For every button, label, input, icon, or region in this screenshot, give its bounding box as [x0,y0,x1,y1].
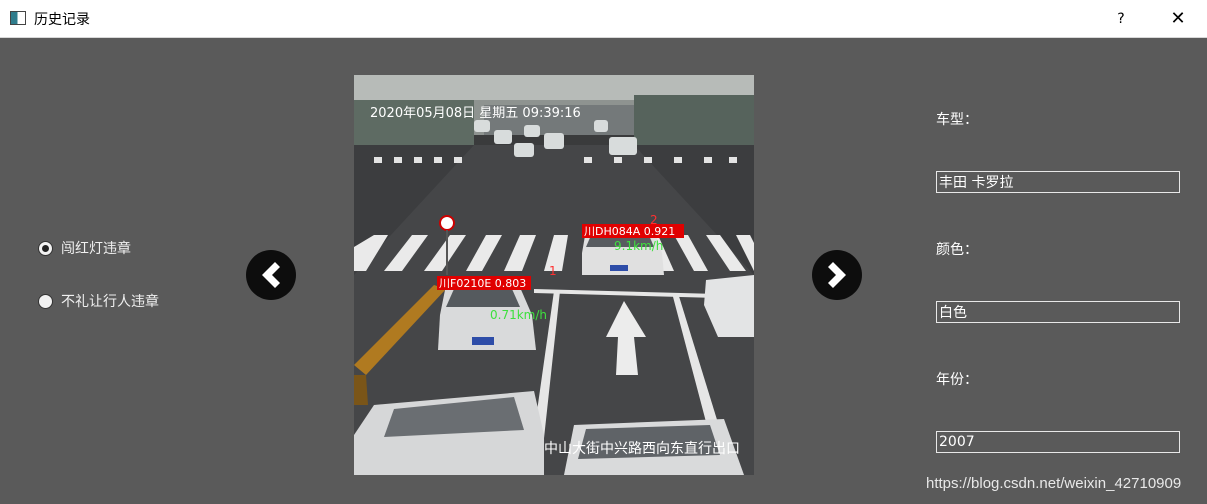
radio-indicator[interactable] [38,240,53,256]
detection-id: 1 [549,264,557,278]
traffic-scene: 1 2 川F0210E 0.803 川DH084A 0.921 0.71km/h… [354,75,754,475]
color-label: 颜色： [936,242,978,258]
help-button[interactable]: ? [1100,3,1142,35]
app-icon [10,11,26,25]
model-label: 车型： [936,112,978,128]
plate-label: 川F0210E 0.803 [439,277,526,290]
radio-label: 不礼让行人违章 [61,294,159,310]
chevron-left-icon [262,262,280,288]
year-field[interactable] [936,431,1180,453]
speed-label: 9.1km/h [614,239,663,253]
radio-red-light[interactable]: 闯红灯违章 [38,239,131,257]
speed-label: 0.71km/h [490,308,547,322]
location-overlay: 中山大街中兴路西向东直行出口 [544,440,740,457]
radio-indicator[interactable] [38,293,53,309]
color-field[interactable] [936,301,1180,323]
plate-label: 川DH084A 0.921 [584,225,675,238]
timestamp-overlay: 2020年05月08日 星期五 09:39:16 [370,106,581,121]
title-bar: 历史记录 ? ✕ [0,0,1207,38]
radio-label: 闯红灯违章 [61,241,131,257]
close-button[interactable]: ✕ [1155,3,1201,35]
radio-pedestrian[interactable]: 不礼让行人违章 [38,292,159,310]
year-label: 年份： [936,372,978,388]
model-field[interactable] [936,171,1180,193]
watermark: https://blog.csdn.net/weixin_42710909 [926,475,1182,492]
window-title: 历史记录 [34,12,90,28]
next-button[interactable] [812,250,862,300]
chevron-right-icon [828,262,846,288]
prev-button[interactable] [246,250,296,300]
camera-image: 1 2 川F0210E 0.803 川DH084A 0.921 0.71km/h… [354,75,754,475]
